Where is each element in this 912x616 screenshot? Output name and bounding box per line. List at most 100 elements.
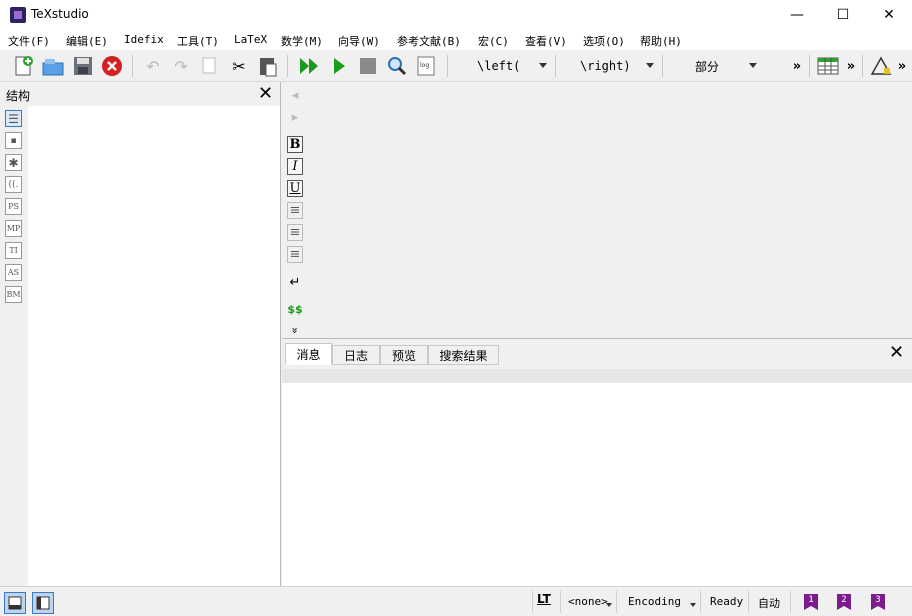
bookmark-1-icon[interactable]: 1 — [804, 594, 818, 610]
structure-close-icon[interactable]: ✕ — [258, 83, 273, 104]
symbols-icon[interactable]: ✱ — [5, 154, 22, 171]
language-selector[interactable]: <none> — [568, 595, 608, 608]
minimize-button[interactable]: — — [774, 0, 820, 30]
bookmark-3-icon[interactable]: 3 — [871, 594, 885, 610]
status-separator — [700, 591, 701, 613]
menu-math[interactable]: 数学(M) — [281, 33, 323, 49]
align-center-button[interactable]: ≡ — [287, 224, 303, 241]
chevron-down-icon — [690, 603, 696, 607]
mode-indicator[interactable]: 自动 — [758, 595, 780, 611]
close-document-icon[interactable] — [99, 53, 125, 79]
section-value: 部分 — [695, 59, 720, 74]
bookmark-2-icon[interactable]: 2 — [837, 594, 851, 610]
menu-bibliography[interactable]: 参考文献(B) — [397, 33, 461, 49]
align-right-button[interactable]: ≡ — [287, 246, 303, 263]
view-log-icon[interactable]: log — [413, 53, 439, 79]
languagetool-icon[interactable]: LT — [537, 592, 551, 606]
toggle-messages-icon[interactable] — [32, 592, 54, 614]
menu-help[interactable]: 帮助(H) — [640, 33, 682, 49]
triangle-math-icon[interactable] — [868, 53, 894, 79]
chevron-down-icon — [606, 603, 612, 607]
toolbar-separator — [662, 55, 663, 77]
copy-icon[interactable] — [197, 53, 223, 79]
structure-panel: 结构 ✕ ☰ ▪ ✱ ((. PS MP TI AS BM — [0, 82, 281, 586]
view-pdf-icon[interactable] — [384, 53, 410, 79]
status-separator — [790, 591, 791, 613]
compile-icon[interactable] — [326, 53, 352, 79]
texstudio-logo-icon — [10, 7, 26, 23]
messages-close-icon[interactable]: ✕ — [889, 342, 904, 363]
tab-log[interactable]: 日志 — [332, 345, 380, 365]
toggle-structure-icon[interactable] — [4, 592, 26, 614]
toolbar-separator — [287, 55, 288, 77]
status-separator — [532, 591, 533, 613]
tab-search-results[interactable]: 搜索结果 — [428, 345, 499, 365]
editor-area: ◂ ▸ B I U ≡ ≡ ≡ ↵ $$ » — [282, 82, 912, 338]
structure-header: 结构 ✕ — [0, 82, 280, 106]
toolbar-overflow-button[interactable]: » — [840, 53, 862, 79]
align-left-button[interactable]: ≡ — [287, 202, 303, 219]
open-file-icon[interactable] — [40, 53, 66, 79]
menu-file[interactable]: 文件(F) — [8, 33, 50, 49]
toolbar-overflow-button[interactable]: » — [786, 53, 808, 79]
pstricks-icon[interactable]: PS — [5, 198, 22, 215]
chevron-down-icon — [646, 63, 654, 68]
format-overflow-button[interactable]: » — [287, 323, 304, 339]
menu-latex[interactable]: LaTeX — [234, 33, 267, 46]
structure-title: 结构 — [6, 89, 31, 103]
cut-icon[interactable]: ✂ — [226, 53, 252, 79]
toolbar-separator — [555, 55, 556, 77]
italic-button[interactable]: I — [287, 158, 303, 175]
arrow-down-icon[interactable]: ▸ — [287, 109, 303, 126]
structure-list-icon[interactable]: ☰ — [5, 110, 22, 127]
table-icon[interactable] — [815, 53, 841, 79]
menu-edit[interactable]: 编辑(E) — [66, 33, 108, 49]
stop-icon[interactable] — [355, 53, 381, 79]
tab-messages[interactable]: 消息 — [285, 343, 332, 365]
right-delimiter-combo[interactable]: \right) — [560, 55, 658, 77]
menu-macros[interactable]: 宏(C) — [478, 33, 509, 49]
metapost-icon[interactable]: MP — [5, 220, 22, 237]
asymptote-icon[interactable]: AS — [5, 264, 22, 281]
toolbar-separator — [132, 55, 133, 77]
redo-icon[interactable]: ↷ — [168, 53, 194, 79]
build-and-view-icon[interactable] — [296, 53, 322, 79]
maximize-button[interactable]: ☐ — [820, 0, 866, 30]
toolbar-separator — [862, 55, 863, 77]
toolbar-separator — [809, 55, 810, 77]
new-file-icon[interactable] — [10, 53, 36, 79]
status-bar: LT <none> Encoding Ready 自动 1 2 3 — [0, 586, 912, 616]
undo-icon[interactable]: ↶ — [140, 53, 166, 79]
left-delimiter-combo[interactable]: \left( — [453, 55, 551, 77]
paste-icon[interactable] — [255, 53, 281, 79]
arrow-up-icon[interactable]: ◂ — [287, 87, 303, 104]
messages-tabbar: 消息 日志 预览 搜索结果 ✕ — [282, 339, 912, 369]
structure-sidebar: ☰ ▪ ✱ ((. PS MP TI AS BM — [0, 106, 28, 586]
menu-wizards[interactable]: 向导(W) — [338, 33, 380, 49]
main-toolbar: ↶ ↷ ✂ log \left( \right) 部分 » » » — [0, 50, 912, 82]
chevron-down-icon — [539, 63, 547, 68]
tikz-icon[interactable]: TI — [5, 242, 22, 259]
newline-button[interactable]: ↵ — [287, 274, 303, 291]
brackets-icon[interactable]: ((. — [5, 176, 22, 193]
title-bar: TeXstudio — ☐ ✕ — [0, 0, 912, 30]
toolbar-overflow-button[interactable]: » — [892, 53, 912, 79]
menu-options[interactable]: 选项(O) — [583, 33, 625, 49]
bold-button[interactable]: B — [287, 136, 303, 153]
math-mode-button[interactable]: $$ — [287, 301, 303, 318]
status-text: Ready — [710, 595, 744, 608]
bookmark-icon[interactable]: ▪ — [5, 132, 22, 149]
tab-preview[interactable]: 预览 — [380, 345, 428, 365]
beamer-icon[interactable]: BM — [5, 286, 22, 303]
close-button[interactable]: ✕ — [866, 0, 912, 30]
save-icon[interactable] — [70, 53, 96, 79]
menu-tools[interactable]: 工具(T) — [177, 33, 219, 49]
chevron-down-icon — [749, 63, 757, 68]
underline-button[interactable]: U — [287, 180, 303, 197]
encoding-selector[interactable]: Encoding — [628, 595, 681, 608]
messages-header-strip — [282, 369, 912, 383]
menu-idefix[interactable]: Idefix — [124, 33, 164, 46]
menu-view[interactable]: 查看(V) — [525, 33, 567, 49]
section-combo[interactable]: 部分 — [667, 55, 761, 77]
right-delimiter-value: \right) — [580, 59, 631, 73]
